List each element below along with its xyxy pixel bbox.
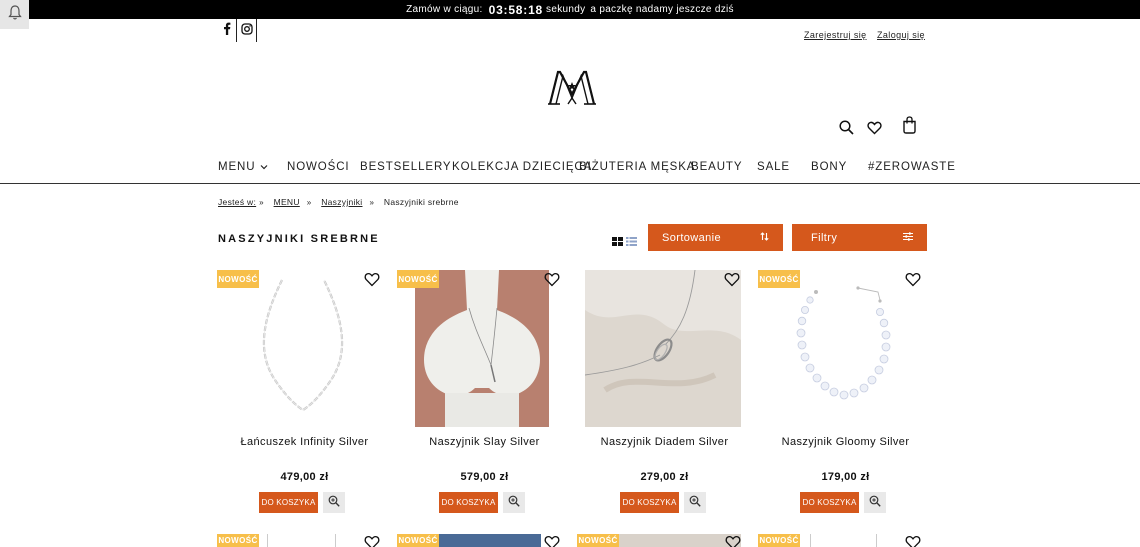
- nav-item-bizuteria-meska[interactable]: BIŻUTERIA MĘSKA: [579, 161, 695, 173]
- add-to-cart-button[interactable]: DO KOSZYKA: [800, 492, 859, 513]
- countdown-label: Zamów w ciągu:: [406, 4, 483, 15]
- heart-icon[interactable]: [725, 535, 741, 547]
- product-image[interactable]: [585, 270, 741, 427]
- notification-bell[interactable]: [0, 0, 29, 29]
- zoom-icon: [328, 494, 340, 512]
- product-price: 179,00 zł: [821, 471, 870, 483]
- nav-item-label: MENU: [218, 161, 256, 173]
- product-price: 579,00 zł: [460, 471, 509, 483]
- heart-icon[interactable]: [364, 535, 380, 547]
- heart-icon[interactable]: [364, 272, 380, 288]
- quick-view-button[interactable]: [864, 492, 886, 513]
- nav-item-bestsellery[interactable]: BESTSELLERY: [360, 161, 452, 173]
- zoom-icon: [508, 494, 520, 512]
- product-price: 479,00 zł: [280, 471, 329, 483]
- breadcrumb: Jesteś w:» MENU» Naszyjniki» Naszyjniki …: [218, 197, 459, 207]
- wishlist-heart-icon[interactable]: [867, 121, 882, 140]
- instagram-icon: [240, 22, 253, 40]
- product-price: 279,00 zł: [640, 471, 689, 483]
- product-image[interactable]: [237, 270, 372, 427]
- brand-logo[interactable]: [548, 68, 596, 106]
- breadcrumb-link-menu[interactable]: MENU: [274, 197, 300, 207]
- new-badge: NOWOŚĆ: [577, 534, 619, 547]
- product-card[interactable]: NOWOŚĆ: [217, 534, 380, 547]
- nav-item-beauty[interactable]: BEAUTY: [691, 161, 742, 173]
- new-badge: NOWOŚĆ: [397, 270, 439, 288]
- bag-icon[interactable]: [902, 116, 917, 139]
- product-name[interactable]: Naszyjnik Gloomy Silver: [758, 436, 933, 448]
- social-links: [217, 19, 257, 42]
- quick-view-button[interactable]: [503, 492, 525, 513]
- countdown-timer: 03:58:18: [488, 2, 544, 17]
- product-card[interactable]: NOWOŚĆ: [577, 534, 742, 547]
- heart-icon[interactable]: [544, 535, 560, 547]
- new-badge: NOWOŚĆ: [758, 534, 800, 547]
- product-name[interactable]: Naszyjnik Slay Silver: [397, 436, 572, 448]
- chevron-down-icon: [260, 161, 268, 173]
- sort-icon: [760, 231, 769, 244]
- product-name[interactable]: Naszyjnik Diadem Silver: [577, 436, 752, 448]
- new-badge: NOWOŚĆ: [397, 534, 439, 547]
- nav-item-kolekcja-dziecieca[interactable]: KOLEKCJA DZIECIĘCA: [452, 161, 592, 173]
- register-link[interactable]: Zarejestruj się: [804, 30, 867, 40]
- quick-view-button[interactable]: [323, 492, 345, 513]
- product-name[interactable]: Łańcuszek Infinity Silver: [217, 436, 392, 448]
- breadcrumb-prefix: Jesteś w:: [218, 197, 257, 207]
- product-image[interactable]: [415, 270, 549, 427]
- breadcrumb-current: Naszyjniki srebrne: [383, 197, 459, 207]
- zoom-icon: [869, 494, 881, 512]
- add-to-cart-button[interactable]: DO KOSZYKA: [259, 492, 318, 513]
- add-to-cart-button[interactable]: DO KOSZYKA: [620, 492, 679, 513]
- heart-icon[interactable]: [724, 272, 740, 288]
- sort-label: Sortowanie: [662, 231, 722, 244]
- nav-item-zerowaste[interactable]: #ZEROWASTE: [868, 161, 956, 173]
- zoom-icon: [689, 494, 701, 512]
- sliders-icon: [903, 231, 913, 244]
- search-icon[interactable]: [839, 120, 854, 140]
- nav-item-sale[interactable]: SALE: [757, 161, 790, 173]
- bell-icon: [7, 4, 23, 26]
- filter-label: Filtry: [811, 231, 838, 244]
- breadcrumb-link-naszyjniki[interactable]: Naszyjniki: [321, 197, 362, 207]
- heart-icon[interactable]: [544, 272, 560, 288]
- countdown-unit: sekundy: [546, 4, 586, 15]
- new-badge: NOWOŚĆ: [217, 534, 259, 547]
- product-image[interactable]: [437, 534, 541, 547]
- quick-view-button[interactable]: [684, 492, 706, 513]
- page-title: NASZYJNIKI SREBRNE: [218, 233, 380, 245]
- facebook-link[interactable]: [217, 19, 237, 42]
- product-card[interactable]: NOWOŚĆ: [758, 534, 923, 547]
- filter-button[interactable]: Filtry: [792, 224, 927, 251]
- product-card[interactable]: NOWOŚĆ: [397, 534, 560, 547]
- view-toggle: [612, 233, 637, 251]
- heart-icon[interactable]: [905, 535, 921, 547]
- countdown-message: a paczkę nadamy jeszcze dziś: [590, 4, 734, 15]
- instagram-link[interactable]: [237, 19, 257, 42]
- product-image[interactable]: [778, 270, 913, 427]
- sort-button[interactable]: Sortowanie: [648, 224, 783, 251]
- nav-divider: [0, 183, 1140, 184]
- grid-view-icon[interactable]: [612, 233, 623, 251]
- add-to-cart-button[interactable]: DO KOSZYKA: [439, 492, 498, 513]
- nav-item-menu[interactable]: MENU: [218, 161, 268, 173]
- nav-item-nowosci[interactable]: NOWOŚCI: [287, 161, 350, 173]
- list-view-icon[interactable]: [626, 233, 637, 251]
- shipping-countdown-bar: Zamów w ciągu: 03:58:18 sekundy a paczkę…: [0, 0, 1140, 19]
- heart-icon[interactable]: [905, 272, 921, 288]
- nav-item-bony[interactable]: BONY: [811, 161, 847, 173]
- new-badge: NOWOŚĆ: [217, 270, 259, 288]
- new-badge: NOWOŚĆ: [758, 270, 800, 288]
- facebook-icon: [223, 22, 231, 40]
- main-navigation: MENU NOWOŚCI BESTSELLERY KOLEKCJA DZIECI…: [0, 161, 1140, 183]
- login-link[interactable]: Zaloguj się: [877, 30, 925, 40]
